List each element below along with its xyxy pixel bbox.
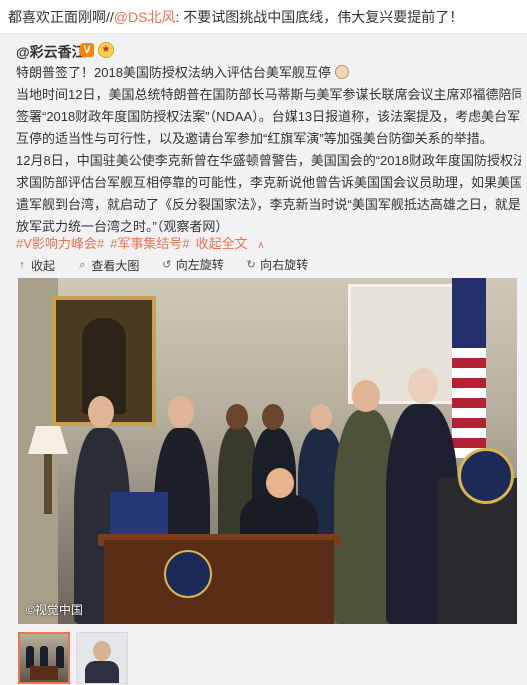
post-photo[interactable]: ©视觉中国 — [18, 278, 517, 624]
presidential-seal-icon — [164, 550, 212, 598]
post-line-3: 签署“2018财政年度国防授权法案”（NDAA）。台媒13日报道称，该法案提及，… — [16, 109, 521, 124]
magnifier-icon: ⌕ — [79, 259, 86, 271]
repost-comment-header: 都喜欢正面刚啊//@DS北风: 不要试图挑战中国底线，伟大复兴要提前了！ — [0, 0, 527, 34]
collapse-full-text-link[interactable]: 收起全文 ∧ — [196, 236, 271, 251]
post-line-1: 特朗普签了！2018美国防授权法纳入评估台美军舰互停 — [16, 65, 331, 80]
topic-tags: #V影响力峰会# #军事集结号# 收起全文 ∧ — [16, 235, 277, 255]
doge-emoji-icon — [334, 65, 349, 79]
post-line-4: 互停的适当性与可行性，以及邀请台军参加“红旗军演”等加强美台防御关系的举措。 — [16, 131, 493, 146]
rotate-right-label: 向右旋转 — [260, 258, 309, 272]
mention-link[interactable]: @DS北风 — [114, 9, 176, 25]
photo-person-head — [266, 468, 294, 498]
thumb-figure — [26, 646, 34, 668]
image-toolbar: ↑ 收起 ⌕ 查看大图 ↺ 向左旋转 ↻ 向右旋转 — [16, 256, 326, 276]
photo-person-head — [262, 404, 284, 430]
chevron-up-icon: ∧ — [257, 240, 265, 251]
repost-comment-text-2: : 不要试图挑战中国底线，伟大复兴要提前了！ — [175, 9, 464, 25]
author-name-link[interactable]: @彩云香江 — [16, 42, 86, 62]
photo-person-head — [88, 396, 114, 428]
thumb-figure — [40, 646, 48, 668]
reposted-weibo: @彩云香江 V ★ 特朗普签了！2018美国防授权法纳入评估台美军舰互停 当地时… — [0, 34, 527, 685]
post-line-7: 遣军舰到台湾，就启动了《反分裂国家法》，李克新当时说“美国军舰抵达高雄之日，就是… — [16, 197, 521, 212]
podium-seal-icon — [458, 448, 514, 504]
photo-person-head — [310, 404, 332, 430]
post-line-6: 求国防部评估台军舰互相停靠的可能性，李克新说他曾告诉美国国会议员助理，如果美国派 — [16, 175, 521, 190]
rotate-left-button[interactable]: ↺ 向左旋转 — [161, 256, 224, 273]
member-medal-icon: ★ — [98, 42, 114, 58]
rotate-left-icon: ↺ — [162, 259, 172, 271]
collapse-image-button[interactable]: ↑ 收起 — [16, 257, 55, 274]
collapse-full-text-label: 收起全文 — [195, 236, 248, 251]
photo-person-head — [168, 396, 194, 428]
post-title-line: 特朗普签了！2018美国防授权法纳入评估台美军舰互停 — [16, 62, 521, 84]
photo-person-head — [226, 404, 248, 430]
photo-person-head — [408, 368, 438, 404]
collapse-image-label: 收起 — [31, 258, 56, 273]
photo-watermark: ©视觉中国 — [26, 603, 83, 617]
flag-canton — [452, 278, 486, 348]
rotate-right-button[interactable]: ↻ 向右旋转 — [245, 256, 308, 273]
thumbnail-signing-photo[interactable] — [18, 632, 70, 684]
photo-desk — [104, 540, 334, 624]
rotate-left-label: 向左旋转 — [175, 258, 224, 272]
rotate-right-icon: ↻ — [246, 259, 256, 271]
thumb-desk — [30, 666, 58, 680]
post-line-2: 当地时间12日，美国总统特朗普在国防部长马蒂斯与美军参谋长联席会议主席邓福德陪同… — [16, 87, 521, 102]
topic-tag-link[interactable]: #军事集结号# — [110, 236, 189, 251]
thumb-head — [93, 641, 111, 661]
photo-lamp-base — [44, 454, 52, 514]
post-line-5: 12月8日，中国驻美公使李克新曾在华盛顿曾警告，美国国会的“2018财政年度国防… — [16, 153, 521, 168]
thumbnail-portrait-photo[interactable] — [76, 632, 128, 684]
thumb-figure — [56, 646, 64, 668]
photo-person-head — [352, 380, 380, 412]
repost-comment-text: 都喜欢正面刚啊// — [8, 9, 114, 25]
thumb-body — [85, 661, 119, 683]
view-large-image-label: 查看大图 — [91, 259, 140, 273]
verified-badge-icon: V — [80, 43, 94, 57]
arrow-up-icon: ↑ — [19, 259, 25, 271]
photo-us-flag — [452, 278, 486, 458]
topic-tag-link[interactable]: #V影响力峰会# — [16, 236, 104, 251]
view-large-image-button[interactable]: ⌕ 查看大图 — [76, 257, 139, 274]
